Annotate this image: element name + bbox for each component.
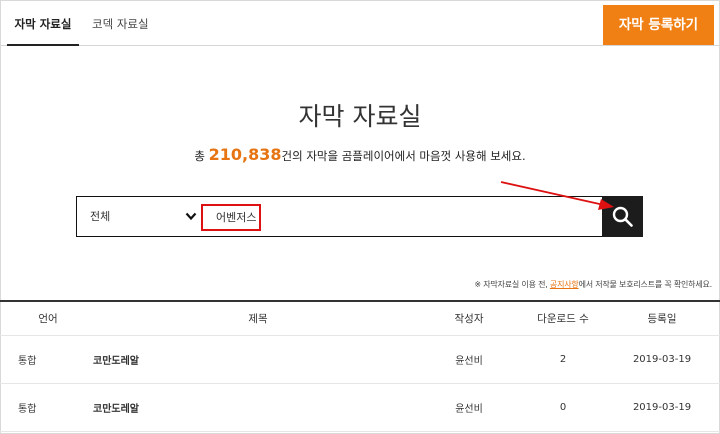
column-language: 언어 [38,313,58,325]
row-downloads: 2 [559,354,567,365]
notice-text: ※ 자막자료실 이용 전, 공지사항에서 저작물 보호리스트를 꼭 확인하세요. [474,279,712,290]
table-row[interactable]: 통합 코만도레알 윤선비 2 2019-03-19 [0,336,720,384]
tab-subtitle-library[interactable]: 자막 자료실 [7,0,79,46]
top-navigation: 자막 자료실 코덱 자료실 자막 등록하기 [0,0,720,46]
row-downloads: 0 [559,402,567,413]
register-subtitle-button[interactable]: 자막 등록하기 [603,5,714,45]
row-author: 윤선비 [455,356,483,367]
tab-codec-library[interactable]: 코덱 자료실 [92,0,149,46]
subtitle-summary: 총 210,838건의 자막을 곰플레이어에서 마음껏 사용해 보세요. [0,145,720,164]
column-title: 제목 [248,313,268,325]
notice-link[interactable]: 공지사항 [550,280,579,289]
subtitle-suffix: 건의 자막을 곰플레이어에서 마음껏 사용해 보세요. [281,149,526,163]
table-header: 언어 제목 작성자 다운로드 수 등록일 [0,300,720,336]
row-date: 2019-03-19 [632,402,692,413]
total-count: 210,838 [208,145,282,164]
chevron-down-icon [185,212,197,221]
search-button[interactable] [602,196,643,237]
row-title[interactable]: 코만도레알 [93,336,423,383]
column-author: 작성자 [454,313,484,325]
page-title: 자막 자료실 [298,102,422,131]
search-input[interactable]: 어벤저스 [201,204,261,231]
notice-suffix: 에서 저작물 보호리스트를 꼭 확인하세요. [578,280,713,289]
search-icon [612,206,633,227]
category-select[interactable]: 전체 [77,197,200,236]
table-row[interactable]: 통합 코만도레알 윤선비 0 2019-03-19 [0,384,720,432]
category-selected-value: 전체 [90,210,111,223]
notice-prefix: ※ 자막자료실 이용 전, [474,280,550,289]
column-date: 등록일 [647,313,677,325]
column-downloads: 다운로드 수 [537,313,589,325]
search-bar: 전체 어벤저스 [76,196,643,237]
subtitle-prefix: 총 [194,149,209,163]
row-language: 통합 [18,356,37,367]
row-language: 통합 [18,404,37,415]
row-date: 2019-03-19 [632,354,692,365]
row-author: 윤선비 [455,404,483,415]
row-title[interactable]: 코만도레알 [93,384,423,431]
